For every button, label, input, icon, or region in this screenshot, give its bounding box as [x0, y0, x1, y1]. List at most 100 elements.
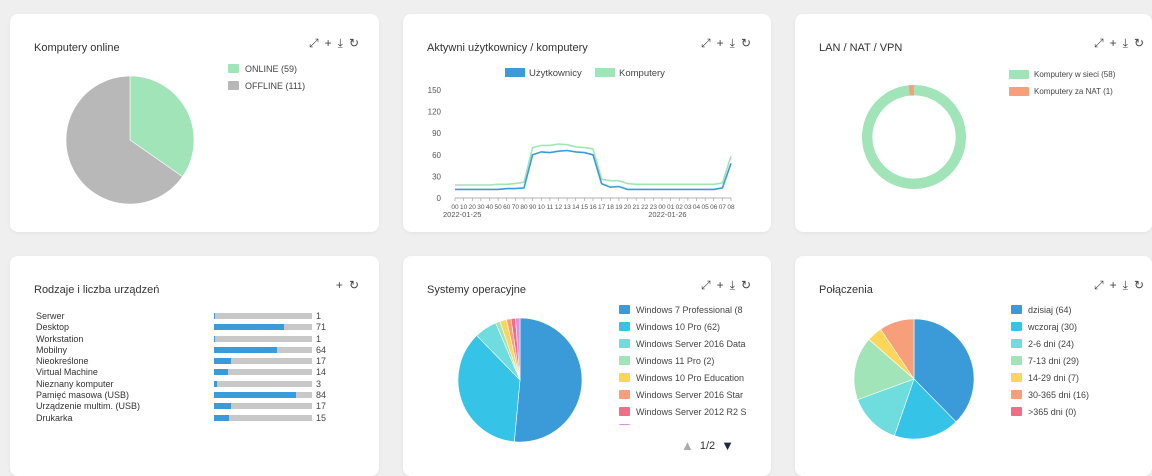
refresh-icon[interactable]: ↻ — [741, 278, 751, 292]
x-tick-label: 90 — [529, 204, 537, 211]
device-bar — [214, 414, 312, 421]
device-bar — [214, 369, 312, 376]
x-tick-label: 19 — [615, 204, 623, 211]
legend-item[interactable]: dzisiaj (64) — [1011, 301, 1089, 318]
device-name: Mobilny — [36, 344, 68, 355]
page-down-icon[interactable]: ▼ — [721, 438, 734, 453]
legend-item[interactable]: Windows 10 Pro (62) — [619, 318, 753, 335]
download-icon[interactable]: ⤓ — [338, 36, 343, 50]
device-row[interactable]: Nieznany komputer 3 — [36, 379, 356, 390]
legend-item[interactable]: 30-365 dni (16) — [1011, 386, 1089, 403]
connections-legend: dzisiaj (64) wczoraj (30) 2-6 dni (24) 7-13… — [1011, 301, 1089, 420]
legend-label: dzisiaj (64) — [1028, 304, 1072, 315]
device-count: 15 — [316, 412, 327, 423]
device-row[interactable]: Mobilny 64 — [36, 345, 356, 356]
legend-item-online[interactable]: ONLINE (59) — [228, 60, 305, 77]
lan-legend: Komputery w sieci (58) Komputery za NAT … — [1009, 66, 1115, 100]
x-tick-label: 06 — [710, 204, 718, 211]
pie-slice[interactable] — [513, 317, 583, 443]
legend-item[interactable]: Windows Server 2016 Data — [619, 335, 753, 352]
legend-pager: ▲ 1/2 ▼ — [681, 438, 734, 453]
add-icon[interactable]: + — [717, 36, 724, 50]
device-bar-fill — [214, 392, 297, 399]
device-row[interactable]: Workstation 1 — [36, 334, 356, 345]
pie-slice[interactable] — [862, 85, 966, 189]
legend-item[interactable]: >365 dni (0) — [1011, 403, 1089, 420]
card-toolbar: + ↻ — [336, 278, 359, 292]
add-icon[interactable]: + — [325, 36, 332, 50]
legend-item-za-nat[interactable]: Komputery za NAT (1) — [1009, 83, 1115, 100]
add-icon[interactable]: + — [1110, 36, 1117, 50]
refresh-icon[interactable]: ↻ — [741, 36, 751, 50]
refresh-icon[interactable]: ↻ — [349, 278, 359, 292]
add-icon[interactable]: + — [717, 278, 724, 292]
card-aktywni: Aktywni użytkownicy / komputery ⤢ + ⤓ ↻ … — [403, 14, 771, 232]
download-icon[interactable]: ⤓ — [1123, 278, 1128, 292]
refresh-icon[interactable]: ↻ — [1134, 278, 1144, 292]
device-row[interactable]: Drukarka 15 — [36, 413, 356, 424]
device-row[interactable]: Serwer 1 — [36, 311, 356, 322]
expand-icon[interactable]: ⤢ — [309, 36, 319, 50]
page-up-icon[interactable]: ▲ — [681, 438, 694, 453]
legend-swatch — [1011, 356, 1022, 365]
legend-item[interactable]: Windows 11 Pro (2) — [619, 352, 753, 369]
os-legend: Windows 7 Professional (8 Windows 10 Pro … — [619, 301, 753, 425]
download-icon[interactable]: ⤓ — [730, 36, 735, 50]
legend-item[interactable] — [619, 420, 753, 425]
active-line-chart: Użytkownicy Komputery150120906030000 10 20 3… — [428, 68, 735, 219]
legend-label: Windows Server 2016 Star — [636, 389, 744, 400]
legend-item[interactable]: 14-29 dni (7) — [1011, 369, 1089, 386]
device-row[interactable]: Nieokreślone 17 — [36, 356, 356, 367]
device-row[interactable]: Virtual Machine 14 — [36, 367, 356, 378]
x-tick-label: 04 — [693, 204, 701, 211]
device-name: Virtual Machine — [36, 367, 98, 378]
device-count: 17 — [316, 356, 327, 367]
legend-swatch — [595, 68, 615, 77]
card-toolbar: ⤢ + ⤓ ↻ — [1094, 36, 1144, 50]
series-line-komputery[interactable] — [455, 143, 732, 186]
legend-item[interactable]: wczoraj (30) — [1011, 318, 1089, 335]
legend-item[interactable]: Windows Server 2016 Star — [619, 386, 753, 403]
expand-icon[interactable]: ⤢ — [1094, 36, 1104, 50]
legend-label: Windows 7 Professional (8 — [636, 304, 743, 315]
card-title: Komputery online — [34, 42, 120, 54]
device-bar-fill — [214, 380, 217, 387]
legend-item[interactable]: Windows 7 Professional (8 — [619, 301, 753, 318]
add-icon[interactable]: + — [1110, 278, 1117, 292]
legend-label: Windows Server 2012 R2 S — [636, 406, 747, 417]
expand-icon[interactable]: ⤢ — [701, 278, 711, 292]
legend-item[interactable]: 7-13 dni (29) — [1011, 352, 1089, 369]
device-row[interactable]: Urządzenie multim. (USB) 17 — [36, 401, 356, 412]
x-tick-label: 15 — [581, 204, 589, 211]
legend-item[interactable]: Windows Server 2012 R2 S — [619, 403, 753, 420]
x-tick-label: 70 — [512, 204, 520, 211]
expand-icon[interactable]: ⤢ — [1094, 278, 1104, 292]
legend-swatch — [619, 390, 630, 399]
legend-swatch — [619, 407, 630, 416]
refresh-icon[interactable]: ↻ — [1134, 36, 1144, 50]
download-icon[interactable]: ⤓ — [730, 278, 735, 292]
legend-item-w-sieci[interactable]: Komputery w sieci (58) — [1009, 66, 1115, 83]
device-bar-fill — [214, 346, 277, 353]
device-bar-fill — [214, 403, 231, 410]
legend-label: >365 dni (0) — [1028, 406, 1077, 417]
device-row[interactable]: Pamięć masowa (USB) 84 — [36, 390, 356, 401]
x-tick-label: 17 — [598, 204, 606, 211]
refresh-icon[interactable]: ↻ — [349, 36, 359, 50]
legend-label: 14-29 dni (7) — [1028, 372, 1080, 383]
download-icon[interactable]: ⤓ — [1123, 36, 1128, 50]
device-count: 1 — [316, 333, 322, 344]
x-tick-label: 18 — [607, 204, 615, 211]
legend-item-offline[interactable]: OFFLINE (111) — [228, 77, 305, 94]
device-name: Pamięć masowa (USB) — [36, 390, 130, 401]
legend-item[interactable]: Windows 10 Pro Education — [619, 369, 753, 386]
legend-label[interactable]: Użytkownicy — [529, 68, 582, 79]
device-bar — [214, 380, 312, 387]
legend-label: OFFLINE (111) — [245, 80, 306, 91]
add-icon[interactable]: + — [336, 278, 343, 292]
legend-label: 2-6 dni (24) — [1028, 338, 1075, 349]
legend-label[interactable]: Komputery — [619, 68, 665, 79]
device-row[interactable]: Desktop 71 — [36, 322, 356, 333]
expand-icon[interactable]: ⤢ — [701, 36, 711, 50]
legend-item[interactable]: 2-6 dni (24) — [1011, 335, 1089, 352]
